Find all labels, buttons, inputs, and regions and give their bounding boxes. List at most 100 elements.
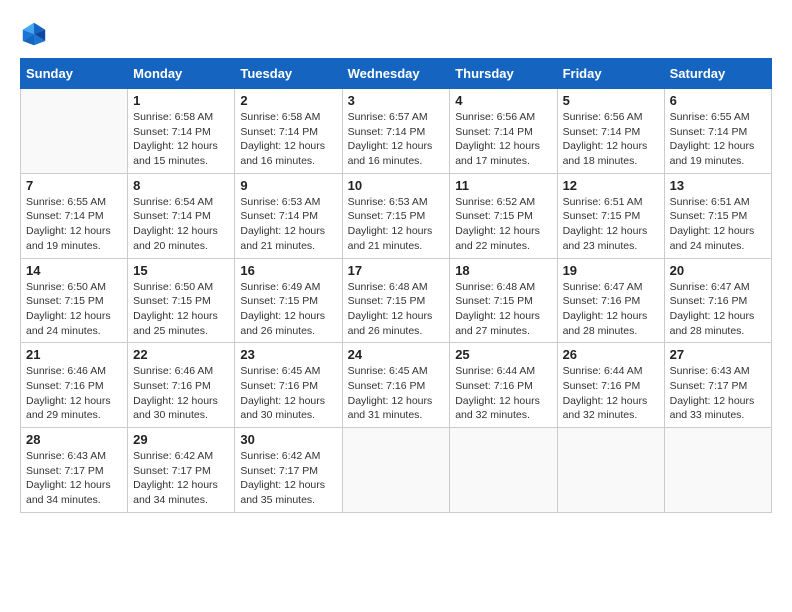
day-info: Sunrise: 6:42 AM Sunset: 7:17 PM Dayligh… bbox=[240, 449, 336, 508]
calendar-cell: 30 Sunrise: 6:42 AM Sunset: 7:17 PM Dayli… bbox=[235, 428, 342, 513]
day-info: Sunrise: 6:47 AM Sunset: 7:16 PM Dayligh… bbox=[563, 280, 659, 339]
day-number: 14 bbox=[26, 263, 122, 278]
calendar-cell: 20 Sunrise: 6:47 AM Sunset: 7:16 PM Dayli… bbox=[664, 258, 771, 343]
day-number: 24 bbox=[348, 347, 445, 362]
calendar-cell: 21 Sunrise: 6:46 AM Sunset: 7:16 PM Dayli… bbox=[21, 343, 128, 428]
day-number: 22 bbox=[133, 347, 229, 362]
calendar-cell: 3Sunrise: 6:57 AM Sunset: 7:14 PM Daylig… bbox=[342, 89, 450, 174]
day-info: Sunrise: 6:43 AM Sunset: 7:17 PM Dayligh… bbox=[26, 449, 122, 508]
calendar-cell: 14 Sunrise: 6:50 AM Sunset: 7:15 PM Dayli… bbox=[21, 258, 128, 343]
calendar-cell: 7Sunrise: 6:55 AM Sunset: 7:14 PM Daylig… bbox=[21, 173, 128, 258]
day-number: 20 bbox=[670, 263, 766, 278]
weekday-header: Tuesday bbox=[235, 59, 342, 89]
calendar-cell: 23 Sunrise: 6:45 AM Sunset: 7:16 PM Dayli… bbox=[235, 343, 342, 428]
day-info: Sunrise: 6:44 AM Sunset: 7:16 PM Dayligh… bbox=[563, 364, 659, 423]
calendar-table: SundayMondayTuesdayWednesdayThursdayFrid… bbox=[20, 58, 772, 513]
day-info: Sunrise: 6:52 AM Sunset: 7:15 PM Dayligh… bbox=[455, 195, 551, 254]
calendar-cell: 8Sunrise: 6:54 AM Sunset: 7:14 PM Daylig… bbox=[128, 173, 235, 258]
calendar-cell: 2 Sunrise: 6:58 AM Sunset: 7:14 PM Daylig… bbox=[235, 89, 342, 174]
calendar-cell: 16 Sunrise: 6:49 AM Sunset: 7:15 PM Dayli… bbox=[235, 258, 342, 343]
calendar-cell: 10Sunrise: 6:53 AM Sunset: 7:15 PM Dayli… bbox=[342, 173, 450, 258]
day-info: Sunrise: 6:49 AM Sunset: 7:15 PM Dayligh… bbox=[240, 280, 336, 339]
day-number: 3 bbox=[348, 93, 445, 108]
calendar-cell: 26 Sunrise: 6:44 AM Sunset: 7:16 PM Dayli… bbox=[557, 343, 664, 428]
calendar-cell bbox=[342, 428, 450, 513]
day-info: Sunrise: 6:58 AM Sunset: 7:14 PM Dayligh… bbox=[240, 110, 336, 169]
day-number: 23 bbox=[240, 347, 336, 362]
day-number: 30 bbox=[240, 432, 336, 447]
day-number: 25 bbox=[455, 347, 551, 362]
day-info: Sunrise: 6:51 AM Sunset: 7:15 PM Dayligh… bbox=[670, 195, 766, 254]
calendar-cell: 4 Sunrise: 6:56 AM Sunset: 7:14 PM Daylig… bbox=[450, 89, 557, 174]
day-info: Sunrise: 6:46 AM Sunset: 7:16 PM Dayligh… bbox=[26, 364, 122, 423]
calendar-cell bbox=[557, 428, 664, 513]
calendar-cell: 5 Sunrise: 6:56 AM Sunset: 7:14 PM Daylig… bbox=[557, 89, 664, 174]
weekday-header: Monday bbox=[128, 59, 235, 89]
page-header bbox=[20, 20, 772, 48]
day-number: 4 bbox=[455, 93, 551, 108]
calendar-week-row: 14 Sunrise: 6:50 AM Sunset: 7:15 PM Dayli… bbox=[21, 258, 772, 343]
day-info: Sunrise: 6:50 AM Sunset: 7:15 PM Dayligh… bbox=[26, 280, 122, 339]
calendar-cell bbox=[664, 428, 771, 513]
calendar-cell: 9Sunrise: 6:53 AM Sunset: 7:14 PM Daylig… bbox=[235, 173, 342, 258]
day-info: Sunrise: 6:50 AM Sunset: 7:15 PM Dayligh… bbox=[133, 280, 229, 339]
calendar-cell: 29 Sunrise: 6:42 AM Sunset: 7:17 PM Dayli… bbox=[128, 428, 235, 513]
weekday-header: Wednesday bbox=[342, 59, 450, 89]
calendar-cell: 1 Sunrise: 6:58 AM Sunset: 7:14 PM Daylig… bbox=[128, 89, 235, 174]
day-number: 18 bbox=[455, 263, 551, 278]
calendar-cell: 27 Sunrise: 6:43 AM Sunset: 7:17 PM Dayli… bbox=[664, 343, 771, 428]
day-info: Sunrise: 6:56 AM Sunset: 7:14 PM Dayligh… bbox=[455, 110, 551, 169]
calendar-week-row: 1 Sunrise: 6:58 AM Sunset: 7:14 PM Daylig… bbox=[21, 89, 772, 174]
day-info: Sunrise: 6:46 AM Sunset: 7:16 PM Dayligh… bbox=[133, 364, 229, 423]
day-info: Sunrise: 6:42 AM Sunset: 7:17 PM Dayligh… bbox=[133, 449, 229, 508]
day-number: 12 bbox=[563, 178, 659, 193]
day-info: Sunrise: 6:48 AM Sunset: 7:15 PM Dayligh… bbox=[348, 280, 445, 339]
day-number: 16 bbox=[240, 263, 336, 278]
day-number: 8 bbox=[133, 178, 229, 193]
weekday-header: Friday bbox=[557, 59, 664, 89]
day-info: Sunrise: 6:56 AM Sunset: 7:14 PM Dayligh… bbox=[563, 110, 659, 169]
day-number: 13 bbox=[670, 178, 766, 193]
calendar-week-row: 28Sunrise: 6:43 AM Sunset: 7:17 PM Dayli… bbox=[21, 428, 772, 513]
calendar-week-row: 7Sunrise: 6:55 AM Sunset: 7:14 PM Daylig… bbox=[21, 173, 772, 258]
calendar-cell: 15 Sunrise: 6:50 AM Sunset: 7:15 PM Dayli… bbox=[128, 258, 235, 343]
day-info: Sunrise: 6:58 AM Sunset: 7:14 PM Dayligh… bbox=[133, 110, 229, 169]
weekday-header: Sunday bbox=[21, 59, 128, 89]
day-number: 17 bbox=[348, 263, 445, 278]
day-number: 19 bbox=[563, 263, 659, 278]
day-number: 1 bbox=[133, 93, 229, 108]
day-info: Sunrise: 6:48 AM Sunset: 7:15 PM Dayligh… bbox=[455, 280, 551, 339]
calendar-cell: 18 Sunrise: 6:48 AM Sunset: 7:15 PM Dayli… bbox=[450, 258, 557, 343]
day-number: 29 bbox=[133, 432, 229, 447]
weekday-header: Thursday bbox=[450, 59, 557, 89]
calendar-cell bbox=[450, 428, 557, 513]
calendar-cell: 6Sunrise: 6:55 AM Sunset: 7:14 PM Daylig… bbox=[664, 89, 771, 174]
calendar-week-row: 21 Sunrise: 6:46 AM Sunset: 7:16 PM Dayli… bbox=[21, 343, 772, 428]
day-number: 27 bbox=[670, 347, 766, 362]
calendar-cell bbox=[21, 89, 128, 174]
day-info: Sunrise: 6:55 AM Sunset: 7:14 PM Dayligh… bbox=[670, 110, 766, 169]
calendar-cell: 28Sunrise: 6:43 AM Sunset: 7:17 PM Dayli… bbox=[21, 428, 128, 513]
day-info: Sunrise: 6:47 AM Sunset: 7:16 PM Dayligh… bbox=[670, 280, 766, 339]
day-number: 15 bbox=[133, 263, 229, 278]
logo-icon bbox=[20, 20, 48, 48]
day-number: 5 bbox=[563, 93, 659, 108]
weekday-header: Saturday bbox=[664, 59, 771, 89]
calendar-cell: 19 Sunrise: 6:47 AM Sunset: 7:16 PM Dayli… bbox=[557, 258, 664, 343]
calendar-cell: 24 Sunrise: 6:45 AM Sunset: 7:16 PM Dayli… bbox=[342, 343, 450, 428]
calendar-header-row: SundayMondayTuesdayWednesdayThursdayFrid… bbox=[21, 59, 772, 89]
day-info: Sunrise: 6:45 AM Sunset: 7:16 PM Dayligh… bbox=[240, 364, 336, 423]
day-number: 9 bbox=[240, 178, 336, 193]
logo bbox=[20, 20, 52, 48]
day-number: 7 bbox=[26, 178, 122, 193]
day-number: 10 bbox=[348, 178, 445, 193]
calendar-cell: 12Sunrise: 6:51 AM Sunset: 7:15 PM Dayli… bbox=[557, 173, 664, 258]
calendar-cell: 13 Sunrise: 6:51 AM Sunset: 7:15 PM Dayli… bbox=[664, 173, 771, 258]
day-info: Sunrise: 6:45 AM Sunset: 7:16 PM Dayligh… bbox=[348, 364, 445, 423]
day-number: 21 bbox=[26, 347, 122, 362]
day-number: 2 bbox=[240, 93, 336, 108]
day-info: Sunrise: 6:44 AM Sunset: 7:16 PM Dayligh… bbox=[455, 364, 551, 423]
day-info: Sunrise: 6:43 AM Sunset: 7:17 PM Dayligh… bbox=[670, 364, 766, 423]
day-number: 26 bbox=[563, 347, 659, 362]
calendar-cell: 11Sunrise: 6:52 AM Sunset: 7:15 PM Dayli… bbox=[450, 173, 557, 258]
